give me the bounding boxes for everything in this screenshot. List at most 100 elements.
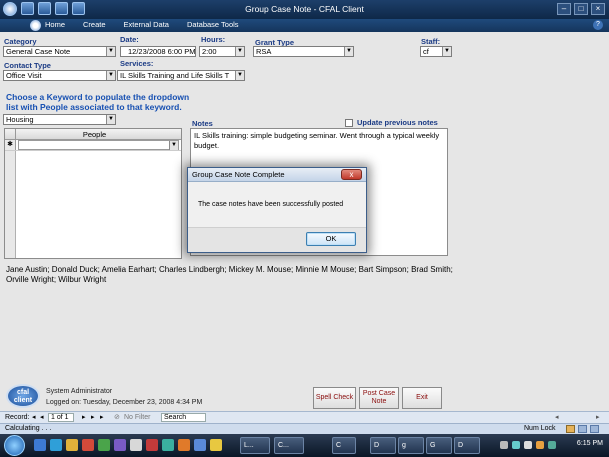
app-icon[interactable]: [210, 439, 222, 451]
services-value: IL Skills Training and Life Skills T: [120, 71, 230, 80]
app-icon[interactable]: [162, 439, 174, 451]
taskbar-task[interactable]: G: [426, 437, 452, 454]
tab-create[interactable]: Create: [83, 20, 106, 29]
tray-icon[interactable]: [548, 441, 556, 449]
category-label: Category: [4, 37, 37, 46]
nav-scroll-left-icon[interactable]: ◂: [555, 412, 559, 423]
taskbar-task[interactable]: g: [398, 437, 424, 454]
folder-icon[interactable]: [66, 439, 78, 451]
post-complete-dialog: Group Case Note Complete x The case note…: [187, 167, 367, 253]
last-record-icon[interactable]: ▸: [91, 412, 95, 423]
app-icon[interactable]: [98, 439, 110, 451]
media-icon[interactable]: [82, 439, 94, 451]
no-filter-label[interactable]: No Filter: [124, 412, 150, 423]
category-value: General Case Note: [6, 47, 71, 56]
taskbar-task[interactable]: C: [332, 437, 356, 454]
ie-icon[interactable]: [50, 439, 62, 451]
tab-home[interactable]: Home: [45, 20, 65, 29]
app-icon[interactable]: [178, 439, 190, 451]
select-all-cell[interactable]: [5, 129, 16, 139]
volume-icon[interactable]: [524, 441, 532, 449]
category-select[interactable]: General Case Note ▼: [3, 46, 116, 57]
help-icon[interactable]: ?: [593, 20, 603, 30]
app-icon[interactable]: [130, 439, 142, 451]
date-label: Date:: [120, 35, 139, 44]
services-select[interactable]: IL Skills Training and Life Skills T ▼: [117, 70, 245, 81]
logo-line-1: cfal: [16, 389, 30, 396]
exit-button[interactable]: Exit: [402, 387, 442, 409]
nav-scroll-right-icon[interactable]: ▸: [596, 412, 600, 423]
next-record-icon[interactable]: ▸: [82, 412, 86, 423]
services-label: Services:: [120, 59, 154, 68]
record-position-field[interactable]: 1 of 1: [48, 413, 74, 422]
chevron-down-icon[interactable]: ▼: [169, 141, 178, 150]
record-label: Record:: [5, 414, 30, 421]
prev-record-icon[interactable]: ◂: [40, 412, 44, 423]
notes-label: Notes: [192, 119, 213, 128]
app-icon[interactable]: [146, 439, 158, 451]
date-value: 12/23/2008 6:00 PM: [128, 47, 196, 56]
dialog-footer: OK: [188, 227, 366, 252]
selected-people-list: Jane Austin; Donald Duck; Amelia Earhart…: [6, 265, 453, 284]
windows-taskbar: L... C... C D g G D 6:15 PM: [0, 434, 609, 457]
chevron-down-icon[interactable]: ▼: [235, 71, 244, 80]
window-controls: – □ ×: [557, 3, 605, 15]
dialog-title-bar: Group Case Note Complete x: [188, 168, 366, 182]
record-selector-column: [5, 151, 16, 258]
start-button-icon[interactable]: [4, 435, 25, 456]
people-grid: People ✱ ▼: [4, 128, 182, 259]
chevron-down-icon[interactable]: ▼: [442, 47, 451, 56]
people-column-header[interactable]: People: [16, 130, 173, 139]
taskbar-task[interactable]: D: [370, 437, 396, 454]
hours-value: 2:00: [202, 47, 217, 56]
staff-select[interactable]: cf ▼: [420, 46, 452, 57]
minimize-icon[interactable]: –: [557, 3, 571, 15]
post-case-note-button[interactable]: Post Case Note: [359, 387, 399, 409]
contact-type-select[interactable]: Office Visit ▼: [3, 70, 116, 81]
staff-label: Staff:: [421, 37, 441, 46]
grant-type-select[interactable]: RSA ▼: [253, 46, 354, 57]
hours-label: Hours:: [201, 35, 226, 44]
show-desktop-icon[interactable]: [34, 439, 46, 451]
app-logo-icon: [30, 20, 41, 31]
date-field[interactable]: 12/23/2008 6:00 PM: [120, 46, 196, 57]
first-record-icon[interactable]: ◂: [32, 412, 36, 423]
spell-check-button[interactable]: Spell Check: [313, 387, 356, 409]
network-icon[interactable]: [512, 441, 520, 449]
tab-external-data[interactable]: External Data: [124, 20, 169, 29]
chevron-down-icon[interactable]: ▼: [235, 47, 244, 56]
maximize-icon[interactable]: □: [574, 3, 588, 15]
app-icon[interactable]: [114, 439, 126, 451]
search-input[interactable]: Search: [161, 413, 206, 422]
update-previous-checkbox[interactable]: [345, 118, 353, 127]
taskbar-task[interactable]: D: [454, 437, 480, 454]
app-icon[interactable]: [194, 439, 206, 451]
update-previous-label: Update previous notes: [357, 118, 438, 127]
dialog-close-icon[interactable]: x: [341, 169, 362, 180]
person-select[interactable]: ▼: [18, 140, 179, 150]
close-icon[interactable]: ×: [591, 3, 605, 15]
keyword-select[interactable]: Housing ▼: [3, 114, 116, 125]
chevron-down-icon[interactable]: ▼: [344, 47, 353, 56]
chevron-down-icon[interactable]: ▼: [106, 47, 115, 56]
taskbar-task[interactable]: C...: [274, 437, 304, 454]
design-view-icon[interactable]: [590, 425, 599, 433]
form-view-icon[interactable]: [566, 425, 575, 433]
tray-icon[interactable]: [536, 441, 544, 449]
update-previous-notes[interactable]: Update previous notes: [345, 118, 438, 127]
logo-line-2: client: [13, 397, 33, 404]
taskbar-task[interactable]: L...: [240, 437, 270, 454]
hours-select[interactable]: 2:00 ▼: [199, 46, 245, 57]
chevron-down-icon[interactable]: ▼: [106, 115, 115, 124]
tray-icon[interactable]: [500, 441, 508, 449]
chevron-down-icon[interactable]: ▼: [106, 71, 115, 80]
filter-icon: ⊘: [114, 414, 120, 421]
people-new-row: ✱ ▼: [5, 140, 181, 151]
keyword-instruction: Choose a Keyword to populate the dropdow…: [6, 92, 190, 112]
contact-type-value: Office Visit: [6, 71, 42, 80]
tab-database-tools[interactable]: Database Tools: [187, 20, 239, 29]
clock[interactable]: 6:15 PM: [577, 440, 603, 447]
ok-button[interactable]: OK: [306, 232, 356, 246]
new-record-nav-icon[interactable]: ▸: [100, 412, 104, 423]
datasheet-view-icon[interactable]: [578, 425, 587, 433]
